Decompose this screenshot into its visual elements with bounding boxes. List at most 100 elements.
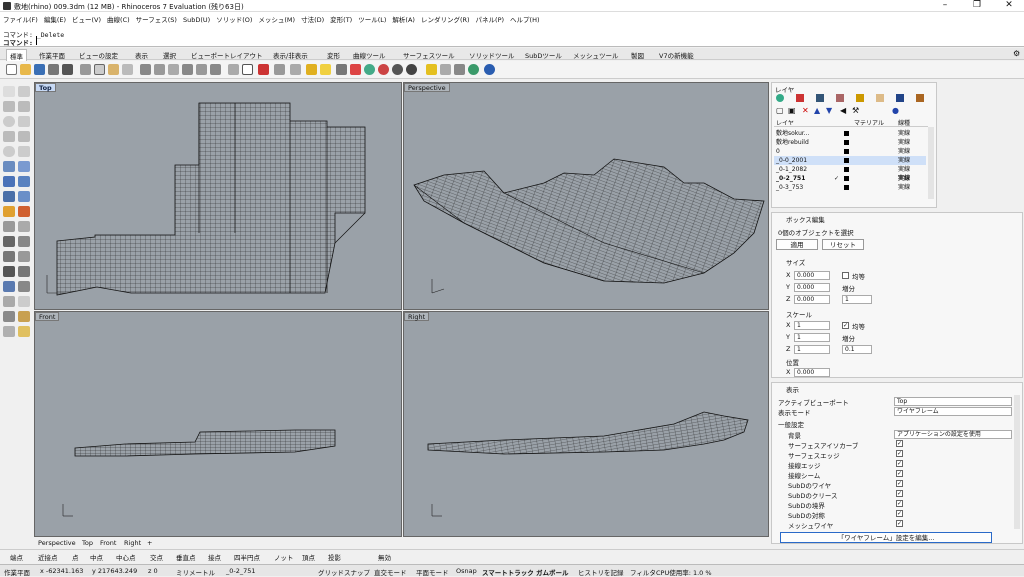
layer-scrollbar[interactable] [928, 127, 934, 199]
properties-icon[interactable] [62, 64, 73, 75]
render-tool-icon[interactable] [18, 311, 30, 322]
filter-icon[interactable]: ◀ [840, 106, 846, 115]
layer-color-swatch[interactable] [844, 140, 849, 145]
layer-tool-icon[interactable] [3, 326, 15, 337]
tools-icon[interactable]: ⚒ [852, 106, 859, 115]
display-item-checkbox[interactable]: ✓ [896, 490, 903, 497]
ellipse-icon[interactable] [3, 146, 15, 157]
sun-icon[interactable] [426, 64, 437, 75]
select-icon[interactable] [306, 64, 317, 75]
display-item-checkbox[interactable]: ✓ [896, 440, 903, 447]
size-increment-field[interactable]: 1 [842, 295, 872, 304]
open-file-icon[interactable] [20, 64, 31, 75]
layer-row[interactable]: _0-1_2082 実線 [774, 165, 926, 174]
tab-select[interactable]: 選択 [160, 49, 179, 61]
arc-icon[interactable] [18, 116, 30, 127]
globe-icon[interactable] [468, 64, 479, 75]
zoom-icon[interactable] [168, 64, 179, 75]
trim-icon[interactable] [18, 236, 30, 247]
properties-tool-icon[interactable] [18, 326, 30, 337]
line-icon[interactable] [18, 101, 30, 112]
move-up-icon[interactable]: ▲ [814, 106, 820, 115]
osnap-intersection[interactable]: 交点 [150, 552, 163, 562]
osnap-perpendicular[interactable]: 垂直点 [176, 552, 196, 562]
solid-icon[interactable] [18, 176, 30, 187]
scale-uniform-checkbox[interactable]: ✓ [842, 322, 849, 329]
scale-x-field[interactable]: 1 [794, 321, 830, 330]
osnap-vertex[interactable]: 頂点 [302, 552, 315, 562]
tab-curve-tools[interactable]: 曲線ツール [350, 49, 389, 61]
display-item-checkbox[interactable]: ✓ [896, 510, 903, 517]
tab-transform[interactable]: 変形 [324, 49, 343, 61]
paste-icon[interactable] [108, 64, 119, 75]
tab-surface-tools[interactable]: サーフェスツール [400, 49, 458, 61]
new-file-icon[interactable] [6, 64, 17, 75]
render-icon[interactable] [816, 94, 824, 102]
vp-tab-add[interactable]: + [147, 539, 152, 547]
tab-subd-tools[interactable]: SubDツール [522, 49, 565, 61]
render-settings-icon[interactable] [440, 64, 451, 75]
surface-icon[interactable] [3, 161, 15, 172]
extrude-icon[interactable] [3, 221, 15, 232]
tab-solid-tools[interactable]: ソリッドツール [466, 49, 518, 61]
new-layer-icon[interactable]: ▢ [776, 106, 784, 115]
subd-icon[interactable] [18, 191, 30, 202]
scale-y-field[interactable]: 1 [794, 333, 830, 342]
four-viewports-icon[interactable] [242, 64, 253, 75]
size-z-field[interactable]: 0.000 [794, 295, 830, 304]
color-wheel-icon[interactable] [776, 94, 784, 102]
save-icon[interactable] [34, 64, 45, 75]
display-mode-select[interactable]: ワイヤフレーム [894, 407, 1012, 416]
background-select[interactable]: アプリケーションの設定を使用 [894, 430, 1012, 439]
osnap-end[interactable]: 端点 [10, 552, 23, 562]
pan-icon[interactable] [140, 64, 151, 75]
mesh-icon[interactable] [3, 191, 15, 202]
lightbulb-icon[interactable] [320, 64, 331, 75]
rotate-view-icon[interactable] [154, 64, 165, 75]
layer-color-swatch[interactable] [844, 158, 849, 163]
undo-view-icon[interactable] [228, 64, 239, 75]
uniform-checkbox[interactable] [842, 272, 849, 279]
scale-increment-field[interactable]: 0.1 [842, 345, 872, 354]
viewport-perspective[interactable]: Perspective [403, 82, 769, 310]
display-scrollbar[interactable] [1014, 395, 1020, 529]
osnap-disable[interactable]: 無効 [378, 552, 391, 562]
pen-icon[interactable] [836, 94, 844, 102]
rectangle-icon[interactable] [3, 131, 15, 142]
dimension-icon[interactable] [18, 266, 30, 277]
osnap-point[interactable]: 点 [72, 552, 79, 562]
grid-snap-icon[interactable] [274, 64, 285, 75]
size-section[interactable]: サイズ [786, 257, 805, 267]
osnap-center[interactable]: 中心点 [116, 552, 136, 562]
tab-viewport-layout[interactable]: ビューポートレイアウト [188, 49, 266, 61]
surface-edit-icon[interactable] [18, 161, 30, 172]
zoom-extents-icon[interactable] [196, 64, 207, 75]
box-icon[interactable] [3, 176, 15, 187]
size-y-field[interactable]: 0.000 [794, 283, 830, 292]
vp-tab-front[interactable]: Front [100, 539, 116, 547]
scale-section[interactable]: スケール [786, 309, 812, 319]
move-icon[interactable] [3, 281, 15, 292]
minimize-button[interactable]: – [930, 0, 960, 12]
viewport-top[interactable]: Top [34, 82, 402, 310]
help-icon[interactable] [484, 64, 495, 75]
undo-icon[interactable] [122, 64, 133, 75]
paint-icon[interactable] [856, 94, 864, 102]
tab-new-in-v7[interactable]: V7の新機能 [656, 49, 697, 61]
delete-icon[interactable]: ✕ [802, 106, 809, 115]
select-arrow-icon[interactable] [3, 86, 15, 97]
layer-row[interactable]: _0-3_753 実線 [774, 183, 926, 192]
layer-row[interactable]: 敷地sokur... 実線 [774, 129, 926, 138]
osnap-knot[interactable]: ノット [274, 552, 293, 562]
material-icon[interactable] [796, 94, 804, 102]
layer-row-selected[interactable]: _0-0_2001 実線 [774, 156, 926, 165]
scale-z-field[interactable]: 1 [794, 345, 830, 354]
tab-drafting[interactable]: 製図 [628, 49, 647, 61]
boolean-icon[interactable] [3, 206, 15, 217]
copy-tool-icon[interactable] [18, 281, 30, 292]
display-item-checkbox[interactable]: ✓ [896, 470, 903, 477]
col-linetype[interactable]: 線種 [898, 118, 910, 127]
explode-icon[interactable] [18, 251, 30, 262]
point-icon[interactable] [290, 64, 301, 75]
command-input[interactable] [36, 36, 1016, 45]
